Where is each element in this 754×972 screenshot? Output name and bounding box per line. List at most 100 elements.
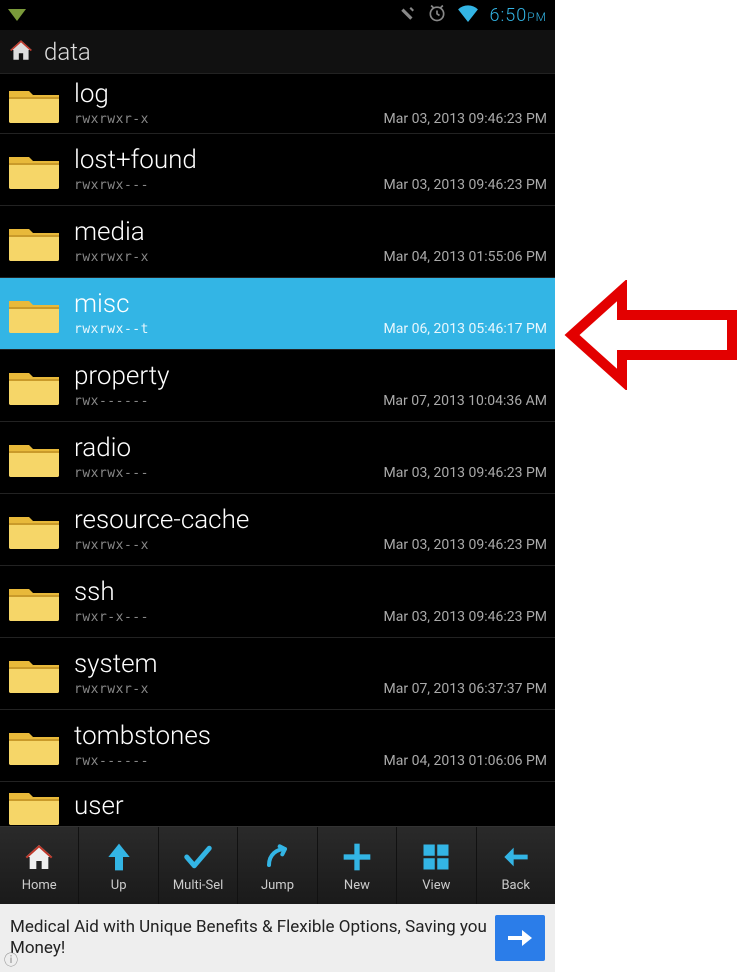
toolbar-view-button[interactable]: View [397,827,476,904]
file-name: radio [74,434,547,463]
folder-icon [4,146,64,194]
file-name: ssh [74,578,547,607]
file-date: Mar 04, 2013 01:06:06 PM [384,753,547,769]
file-info: misc rwxrwx--t Mar 06, 2013 05:46:17 PM [74,290,547,337]
file-name: user [74,792,547,821]
home-icon [19,838,59,876]
dropdown-indicator-icon [8,5,26,26]
toolbar-multisel-button[interactable]: Multi-Sel [159,827,238,904]
toolbar-label: New [344,878,370,893]
phone-screen: 6:50PM data log rwxrwxr-x Mar 03, 2013 09:… [0,0,555,972]
grid-icon [416,838,456,876]
file-info: tombstones rwx------ Mar 04, 2013 01:06:06… [74,722,547,769]
vibrate-icon [399,4,417,27]
file-date: Mar 03, 2013 09:46:23 PM [384,609,547,625]
file-permissions: rwxrwx--x [74,538,149,553]
file-permissions: rwxrwx--t [74,322,149,337]
path-bar[interactable]: data [0,30,555,74]
file-permissions: rwx------ [74,754,149,769]
alarm-icon [427,3,447,28]
file-row[interactable]: user [0,782,555,826]
folder-icon [4,290,64,338]
file-name: property [74,362,547,391]
file-row[interactable]: log rwxrwxr-x Mar 03, 2013 09:46:23 PM [0,74,555,134]
file-info: media rwxrwxr-x Mar 04, 2013 01:55:06 PM [74,218,547,265]
file-row[interactable]: lost+found rwxrwx--- Mar 03, 2013 09:46:23… [0,134,555,206]
folder-icon [4,80,64,128]
file-name: system [74,650,547,679]
file-row[interactable]: systemrwxrwxr-xMar 07, 2013 06:37:37 PM [0,638,555,710]
toolbar-back-button[interactable]: Back [477,827,555,904]
toolbar-home-button[interactable]: Home [0,827,79,904]
toolbar-label: View [422,878,450,893]
file-permissions: rwxrwxr-x [74,112,149,127]
file-name: misc [74,290,547,319]
file-row[interactable]: property rwx------ Mar 07, 2013 10:04:36 A… [0,350,555,422]
file-permissions: rwxrwx--- [74,466,149,481]
file-permissions: rwxrwxr-x [74,250,149,265]
plus-icon [337,838,377,876]
toolbar-label: Up [111,878,127,893]
toolbar-up-button[interactable]: Up [79,827,158,904]
file-permissions: rwxrwx--- [74,178,149,193]
file-permissions: rwx------ [74,394,149,409]
file-date: Mar 03, 2013 09:46:23 PM [384,465,547,481]
file-info: ssh rwxr-x--- Mar 03, 2013 09:46:23 PM [74,578,547,625]
back-icon [496,838,536,876]
file-permissions: rwxr-x--- [74,610,149,625]
status-clock: 6:50PM [489,5,547,26]
file-info: resource-cache rwxrwx--x Mar 03, 2013 09:4… [74,506,547,553]
file-permissions: rwxrwxr-x [74,682,149,697]
folder-icon [4,218,64,266]
file-row[interactable]: tombstones rwx------ Mar 04, 2013 01:06:06… [0,710,555,782]
annotation-arrow-icon [562,280,742,390]
folder-icon [4,722,64,770]
file-date: Mar 07, 2013 10:04:36 AM [383,393,547,409]
toolbar-label: Back [501,878,530,893]
toolbar-label: Home [22,878,57,893]
home-icon [8,37,34,67]
file-row[interactable]: media rwxrwxr-x Mar 04, 2013 01:55:06 PM [0,206,555,278]
file-info: property rwx------ Mar 07, 2013 10:04:36 A… [74,362,547,409]
toolbar-jump-button[interactable]: Jump [238,827,317,904]
bottom-toolbar: Home Up Multi-Sel Jump New View Back [0,826,555,904]
file-date: Mar 03, 2013 09:46:23 PM [384,177,547,193]
check-icon [178,838,218,876]
ad-info-icon[interactable]: ⓘ [4,950,18,970]
file-info: user [74,792,547,821]
file-name: tombstones [74,722,547,751]
file-info: log rwxrwxr-x Mar 03, 2013 09:46:23 PM [74,80,547,127]
file-row[interactable]: ssh rwxr-x--- Mar 03, 2013 09:46:23 PM [0,566,555,638]
folder-icon [4,578,64,626]
up-icon [99,838,139,876]
jump-icon [257,838,297,876]
folder-icon [4,506,64,554]
folder-icon [4,782,64,826]
file-name: log [74,80,547,109]
file-row[interactable]: radio rwxrwx--- Mar 03, 2013 09:46:23 PM [0,422,555,494]
file-name: resource-cache [74,506,547,535]
file-info: systemrwxrwxr-xMar 07, 2013 06:37:37 PM [74,650,547,697]
file-info: lost+found rwxrwx--- Mar 03, 2013 09:46:23… [74,146,547,193]
file-row[interactable]: misc rwxrwx--t Mar 06, 2013 05:46:17 PM [0,278,555,350]
file-name: media [74,218,547,247]
file-date: Mar 04, 2013 01:55:06 PM [384,249,547,265]
file-info: radio rwxrwx--- Mar 03, 2013 09:46:23 PM [74,434,547,481]
file-list[interactable]: logrwxrwxr-xMar 03, 2013 09:46:23 PMlost… [0,74,555,826]
file-date: Mar 03, 2013 09:46:23 PM [384,111,547,127]
wifi-icon [457,4,479,27]
file-row[interactable]: resource-cache rwxrwx--x Mar 03, 2013 09:4… [0,494,555,566]
ad-go-button[interactable] [495,915,545,961]
ad-text: Medical Aid with Unique Benefits & Flexi… [10,917,487,960]
toolbar-new-button[interactable]: New [318,827,397,904]
folder-icon [4,650,64,698]
toolbar-label: Jump [261,878,294,893]
file-date: Mar 06, 2013 05:46:17 PM [384,321,547,337]
ad-banner[interactable]: Medical Aid with Unique Benefits & Flexi… [0,904,555,972]
file-name: lost+found [74,146,547,175]
folder-icon [4,434,64,482]
toolbar-label: Multi-Sel [173,878,223,893]
file-date: Mar 03, 2013 09:46:23 PM [384,537,547,553]
current-path: data [44,38,91,66]
status-bar: 6:50PM [0,0,555,30]
